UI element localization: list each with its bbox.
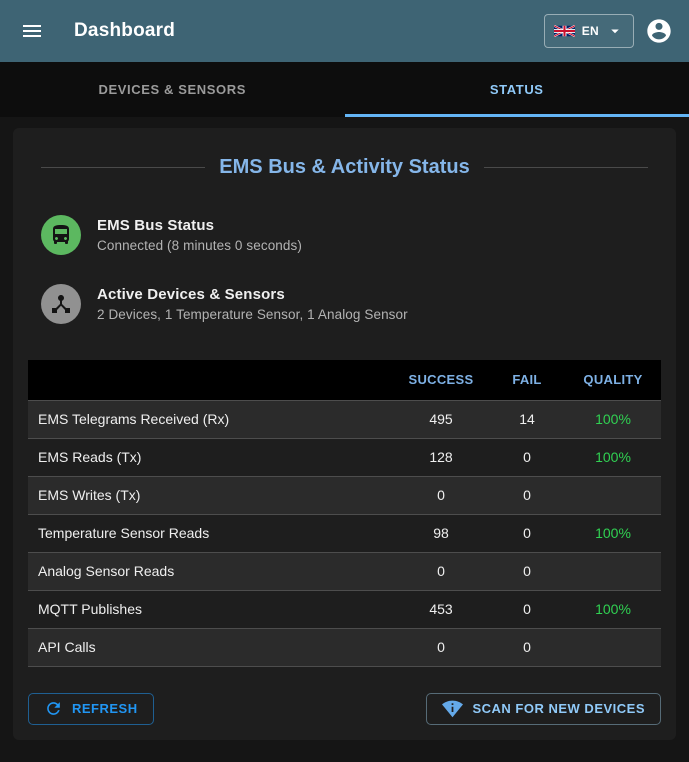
table-row: MQTT Publishes 453 0 100% bbox=[28, 590, 661, 628]
page-title: Dashboard bbox=[74, 20, 175, 42]
row-label: EMS Writes (Tx) bbox=[28, 476, 393, 514]
table-header: SUCCESS FAIL QUALITY bbox=[28, 360, 661, 400]
ems-bus-status-value: Connected (8 minutes 0 seconds) bbox=[97, 238, 302, 253]
column-header-name bbox=[28, 360, 393, 400]
activity-stats-table: SUCCESS FAIL QUALITY EMS Telegrams Recei… bbox=[28, 360, 661, 667]
success-value: 0 bbox=[393, 628, 489, 666]
active-tab-indicator bbox=[345, 114, 689, 117]
active-devices-title: Active Devices & Sensors bbox=[97, 286, 408, 303]
hamburger-menu-icon bbox=[20, 19, 44, 43]
success-value: 453 bbox=[393, 590, 489, 628]
row-label: EMS Telegrams Received (Rx) bbox=[28, 400, 393, 438]
title-divider-left bbox=[41, 167, 205, 168]
title-divider-right bbox=[484, 167, 648, 168]
account-circle-icon bbox=[645, 17, 673, 45]
fail-value: 0 bbox=[489, 552, 565, 590]
device-hub-icon bbox=[41, 284, 81, 324]
fail-value: 14 bbox=[489, 400, 565, 438]
fail-value: 0 bbox=[489, 628, 565, 666]
card-actions: REFRESH SCAN FOR NEW DEVICES bbox=[28, 693, 661, 725]
quality-value bbox=[565, 628, 661, 666]
quality-value: 100% bbox=[565, 514, 661, 552]
table-row: API Calls 0 0 bbox=[28, 628, 661, 666]
tab-bar: DEVICES & SENSORS STATUS bbox=[0, 62, 689, 117]
language-label: EN bbox=[582, 24, 599, 38]
active-devices-value: 2 Devices, 1 Temperature Sensor, 1 Analo… bbox=[97, 307, 408, 322]
ems-bus-status-text: EMS Bus Status Connected (8 minutes 0 se… bbox=[97, 217, 302, 253]
quality-value bbox=[565, 552, 661, 590]
success-value: 0 bbox=[393, 552, 489, 590]
quality-value: 100% bbox=[565, 438, 661, 476]
column-header-success: SUCCESS bbox=[393, 360, 489, 400]
success-value: 0 bbox=[393, 476, 489, 514]
tab-status-label: STATUS bbox=[490, 82, 544, 97]
language-selector[interactable]: EN bbox=[544, 14, 634, 48]
quality-value bbox=[565, 476, 661, 514]
quality-value: 100% bbox=[565, 590, 661, 628]
quality-value: 100% bbox=[565, 400, 661, 438]
chevron-down-icon bbox=[606, 22, 624, 40]
success-value: 495 bbox=[393, 400, 489, 438]
list-item-active-devices: Active Devices & Sensors 2 Devices, 1 Te… bbox=[41, 276, 648, 332]
refresh-icon bbox=[44, 699, 63, 718]
fail-value: 0 bbox=[489, 438, 565, 476]
tab-status[interactable]: STATUS bbox=[345, 62, 689, 117]
scan-button-label: SCAN FOR NEW DEVICES bbox=[472, 701, 645, 716]
status-list: EMS Bus Status Connected (8 minutes 0 se… bbox=[41, 207, 648, 332]
tab-devices-sensors[interactable]: DEVICES & SENSORS bbox=[0, 62, 345, 117]
app-bar: Dashboard EN bbox=[0, 0, 689, 62]
success-value: 128 bbox=[393, 438, 489, 476]
scan-wifi-icon bbox=[442, 698, 463, 719]
tab-devices-sensors-label: DEVICES & SENSORS bbox=[99, 82, 246, 97]
list-item-ems-bus-status: EMS Bus Status Connected (8 minutes 0 se… bbox=[41, 207, 648, 263]
fail-value: 0 bbox=[489, 476, 565, 514]
card-title: EMS Bus & Activity Status bbox=[219, 156, 469, 179]
row-label: Temperature Sensor Reads bbox=[28, 514, 393, 552]
row-label: EMS Reads (Tx) bbox=[28, 438, 393, 476]
refresh-button-label: REFRESH bbox=[72, 701, 138, 716]
active-devices-text: Active Devices & Sensors 2 Devices, 1 Te… bbox=[97, 286, 408, 322]
table-row: EMS Reads (Tx) 128 0 100% bbox=[28, 438, 661, 476]
menu-button[interactable] bbox=[16, 15, 48, 47]
refresh-button[interactable]: REFRESH bbox=[28, 693, 154, 725]
column-header-fail: FAIL bbox=[489, 360, 565, 400]
uk-flag-icon bbox=[554, 25, 575, 37]
table-row: Analog Sensor Reads 0 0 bbox=[28, 552, 661, 590]
row-label: API Calls bbox=[28, 628, 393, 666]
table-row: EMS Writes (Tx) 0 0 bbox=[28, 476, 661, 514]
fail-value: 0 bbox=[489, 514, 565, 552]
row-label: Analog Sensor Reads bbox=[28, 552, 393, 590]
user-account-button[interactable] bbox=[645, 17, 673, 45]
column-header-quality: QUALITY bbox=[565, 360, 661, 400]
table-row: EMS Telegrams Received (Rx) 495 14 100% bbox=[28, 400, 661, 438]
status-card: EMS Bus & Activity Status EMS Bus Status… bbox=[13, 128, 676, 740]
bus-icon bbox=[41, 215, 81, 255]
fail-value: 0 bbox=[489, 590, 565, 628]
ems-bus-status-title: EMS Bus Status bbox=[97, 217, 302, 234]
card-title-row: EMS Bus & Activity Status bbox=[41, 156, 648, 179]
table-row: Temperature Sensor Reads 98 0 100% bbox=[28, 514, 661, 552]
success-value: 98 bbox=[393, 514, 489, 552]
row-label: MQTT Publishes bbox=[28, 590, 393, 628]
scan-for-new-devices-button[interactable]: SCAN FOR NEW DEVICES bbox=[426, 693, 661, 725]
